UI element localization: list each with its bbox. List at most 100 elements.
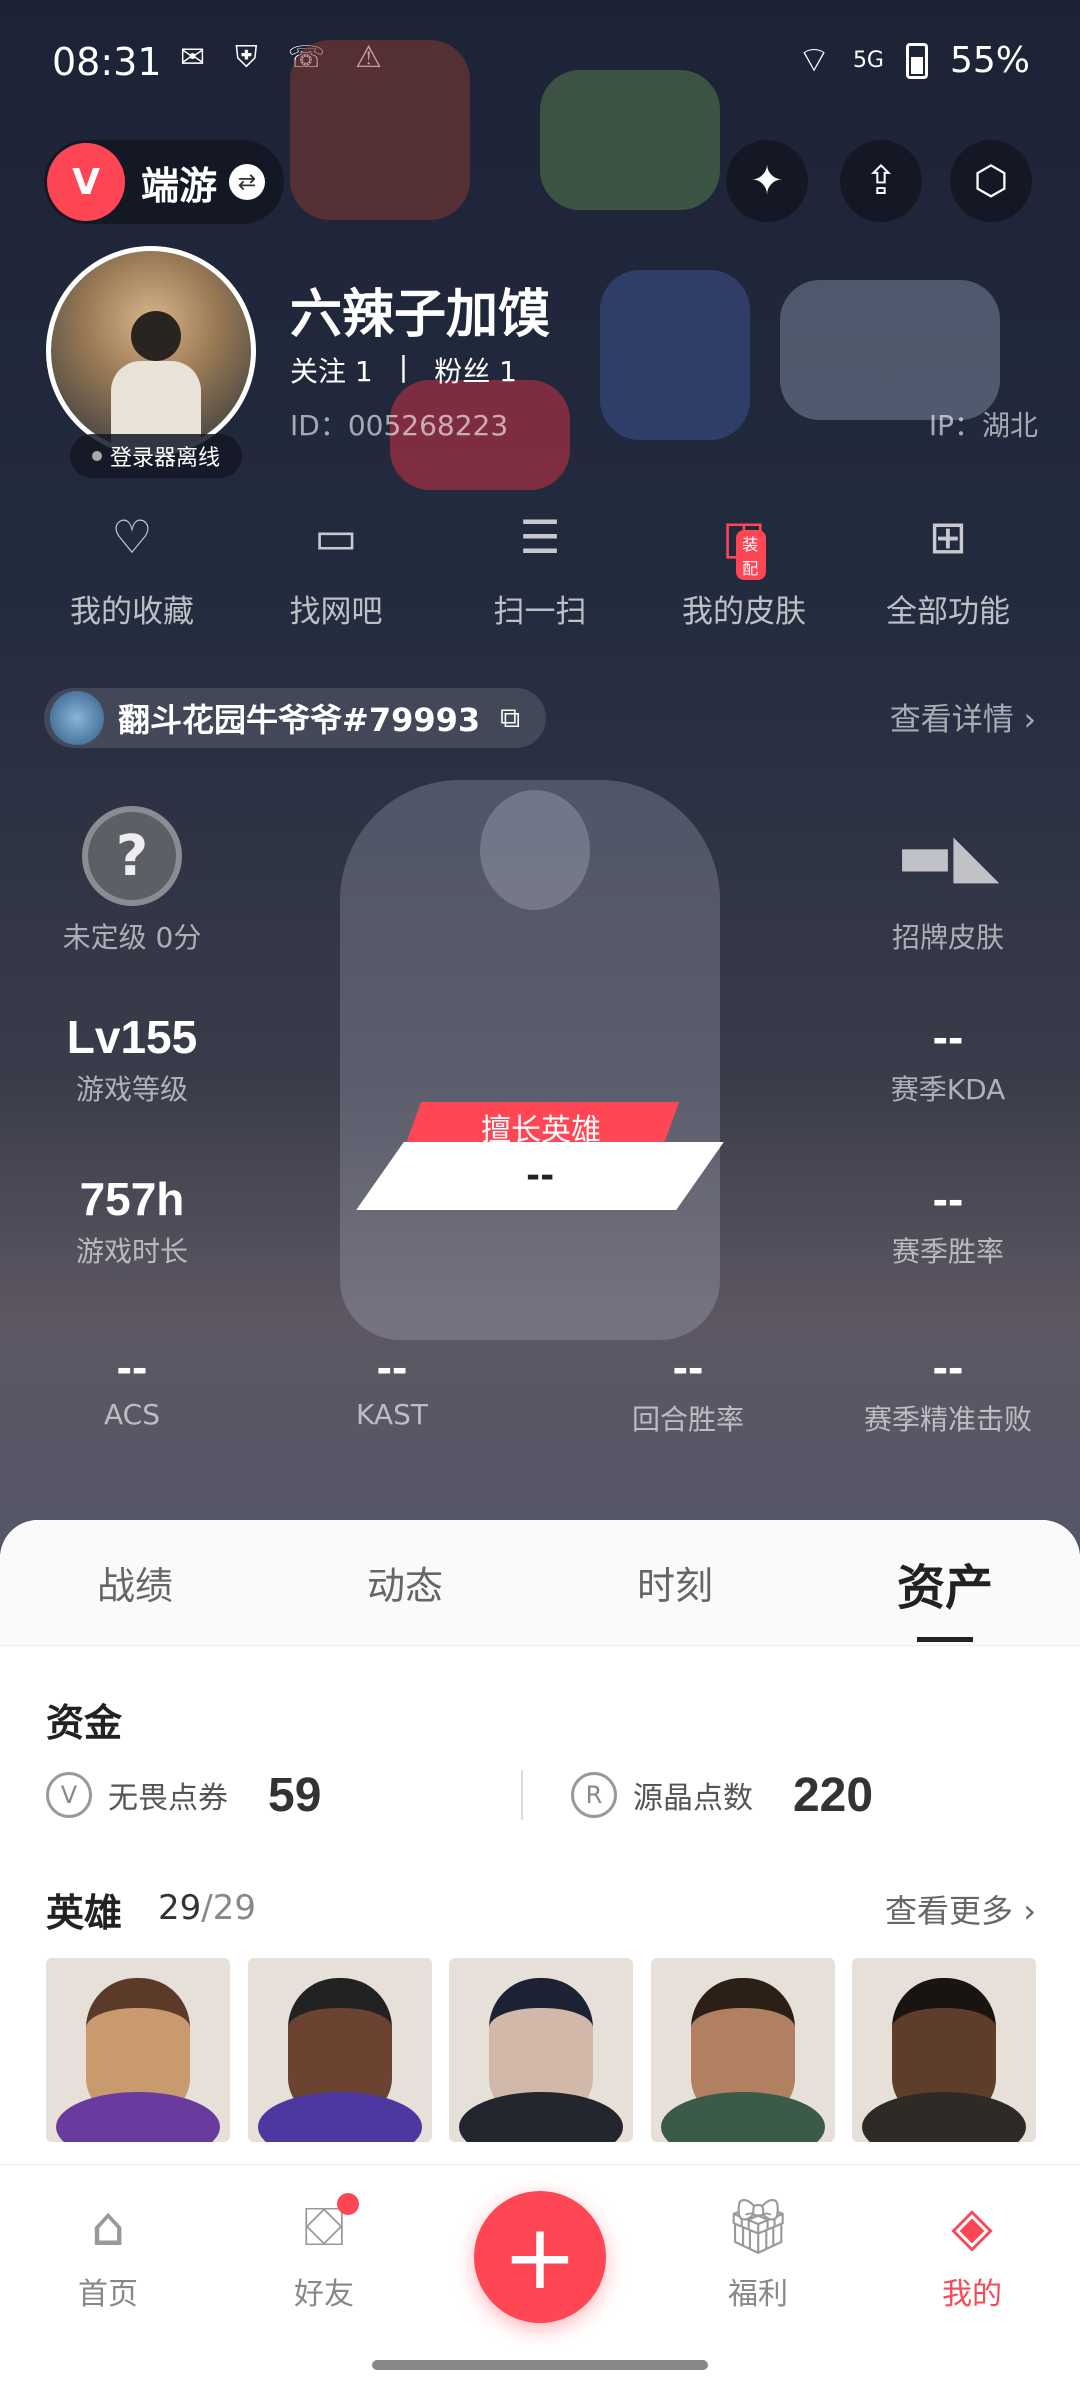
stat-headshot: -- 赛季精准击败 <box>838 1340 1058 1438</box>
rp-value: 220 <box>792 1768 874 1822</box>
round-winrate-value: -- <box>672 1341 704 1393</box>
share-button[interactable]: ⇪ <box>840 140 922 222</box>
account-name: 翻斗花园牛爷爷#79993 <box>118 701 481 739</box>
view-more-link[interactable]: 查看更多 › <box>885 1886 1036 1932</box>
headshot-label: 赛季精准击败 <box>863 1403 1032 1436</box>
kast-label: KAST <box>356 1398 428 1431</box>
nav-label: 福利 <box>728 2277 788 2312</box>
hero-thumbnail[interactable] <box>449 1958 633 2142</box>
hero-outfit <box>56 2092 220 2142</box>
tab-feed[interactable]: 动态 <box>295 1555 515 1610</box>
heroes-title: 英雄 <box>46 1891 123 1935</box>
nav-label: 好友 <box>294 2277 354 2312</box>
network-label: 5G <box>852 48 884 73</box>
heroes-count: 29/29 <box>158 1888 256 1928</box>
share-icon: ⇪ <box>864 158 898 204</box>
home-icon: ⌂ <box>90 2195 126 2258</box>
stat-round-winrate: -- 回合胜率 <box>578 1340 798 1438</box>
valorant-points-icon: V <box>46 1772 92 1818</box>
plus-icon: + <box>502 2204 578 2310</box>
nav-rewards[interactable]: 🎁︎ 福利 <box>678 2195 838 2313</box>
feature-scan[interactable]: ☰ 扫一扫 <box>445 510 635 631</box>
kda-value: -- <box>932 1011 964 1063</box>
feature-my-skins[interactable]: ◫装配 我的皮肤 <box>649 510 839 631</box>
skin-icon: ◫装配 <box>722 510 766 580</box>
stat-signature-skin[interactable]: ▬◣ 招牌皮肤 <box>838 806 1058 956</box>
quick-features: ♡ 我的收藏 ▭ 找网吧 ☰ 扫一扫 ◫装配 我的皮肤 ⊞ 全部功能 <box>0 510 1080 631</box>
best-hero-value: -- <box>525 1156 555 1196</box>
nav-label: 我的 <box>942 2277 1002 2312</box>
status-time: 08:31 <box>52 40 162 84</box>
hero-outfit <box>862 2092 1026 2142</box>
stat-rank[interactable]: ? 未定级 0分 <box>22 806 242 956</box>
level-label: 游戏等级 <box>75 1073 188 1106</box>
best-hero-card[interactable]: -- <box>356 1142 724 1210</box>
stat-playtime: 757h 游戏时长 <box>22 1172 242 1270</box>
nav-friends[interactable]: ⛋ 好友 <box>244 2193 404 2313</box>
ip-location: IP：湖北 <box>928 409 1038 442</box>
edit-card-button[interactable]: ✦ <box>726 140 808 222</box>
feature-find-cafe[interactable]: ▭ 找网吧 <box>241 510 431 631</box>
funds-row: V 无畏点券 59 R 源晶点数 220 <box>46 1760 1046 1830</box>
stat-kast: -- KAST <box>282 1340 502 1431</box>
monitor-icon: ▭ <box>314 510 358 564</box>
fund-divider <box>521 1770 523 1820</box>
heart-icon: ♡ <box>111 510 153 564</box>
hero-thumbnail[interactable] <box>247 1958 432 2142</box>
feature-favorites[interactable]: ♡ 我的收藏 <box>37 510 227 631</box>
following-link[interactable]: 关注 1 <box>290 350 373 390</box>
fans-count: 1 <box>499 355 517 388</box>
tab-moments[interactable]: 时刻 <box>565 1555 785 1610</box>
status-bar: 08:31 ✉ ⛨ ☏ ⚠ ⌔ 5G 55% <box>0 0 1080 110</box>
equip-badge: 装配 <box>736 530 766 580</box>
winrate-value: -- <box>932 1173 964 1225</box>
gift-icon: 🎁︎ <box>723 2195 793 2258</box>
sparkle-card-icon: ✦ <box>750 158 784 204</box>
fans-link[interactable]: 粉丝 1 <box>434 350 517 390</box>
acs-value: -- <box>116 1341 148 1393</box>
settings-button[interactable]: ⬡ <box>950 140 1032 222</box>
game-account[interactable]: 翻斗花园牛爷爷#79993 ⧉ <box>44 688 547 748</box>
nav-label: 首页 <box>78 2277 138 2312</box>
unranked-icon: ? <box>82 806 182 906</box>
settings-icon: ⬡ <box>973 158 1009 204</box>
stat-level: Lv155 游戏等级 <box>22 1010 242 1108</box>
tab-assets[interactable]: 资产 <box>835 1548 1055 1642</box>
hero-thumbnail[interactable] <box>650 1958 835 2142</box>
sticker-decoration <box>600 270 750 440</box>
stat-acs: -- ACS <box>22 1340 242 1431</box>
sticker-decoration <box>290 40 470 220</box>
fans-label: 粉丝 <box>434 355 491 388</box>
nav-me[interactable]: ◈ 我的 <box>892 2195 1052 2313</box>
avatar[interactable] <box>46 246 256 456</box>
heroes-total: /29 <box>201 1888 256 1928</box>
sticker-decoration <box>780 280 1000 420</box>
hero-thumbnail[interactable] <box>852 1958 1036 2142</box>
fund-vp: V 无畏点券 59 <box>46 1768 521 1823</box>
nav-home[interactable]: ⌂ 首页 <box>28 2195 188 2313</box>
playtime-label: 游戏时长 <box>75 1235 188 1268</box>
radianite-icon: R <box>570 1772 617 1818</box>
hero-thumbnail[interactable] <box>46 1958 230 2142</box>
level-value: Lv155 <box>66 1011 198 1063</box>
funds-title: 资金 <box>46 1701 123 1745</box>
tab-record[interactable]: 战绩 <box>25 1555 245 1610</box>
copy-icon[interactable]: ⧉ <box>500 701 520 735</box>
vp-value: 59 <box>268 1768 322 1822</box>
fund-rp: R 源晶点数 220 <box>570 1768 1046 1823</box>
winrate-label: 赛季胜率 <box>891 1235 1004 1268</box>
sticker-decoration <box>540 70 720 210</box>
swap-icon: ⇄ <box>229 164 266 200</box>
feature-label: 全部功能 <box>886 594 1010 630</box>
feature-all[interactable]: ⊞ 全部功能 <box>853 510 1043 631</box>
grid-icon: ⊞ <box>928 510 968 564</box>
view-details-link[interactable]: 查看详情 › <box>890 694 1036 739</box>
user-id: ID：005268223 <box>290 409 509 442</box>
rifle-icon: ▬◣ <box>896 821 1000 891</box>
launcher-status-text: 登录器离线 <box>110 446 221 471</box>
stat-kda: -- 赛季KDA <box>838 1010 1058 1108</box>
shield-icon: ⛨ <box>235 40 258 75</box>
stat-winrate: -- 赛季胜率 <box>838 1172 1058 1270</box>
app-switcher[interactable]: V 端游 ⇄ <box>44 140 284 224</box>
create-post-button[interactable]: + <box>474 2191 606 2323</box>
